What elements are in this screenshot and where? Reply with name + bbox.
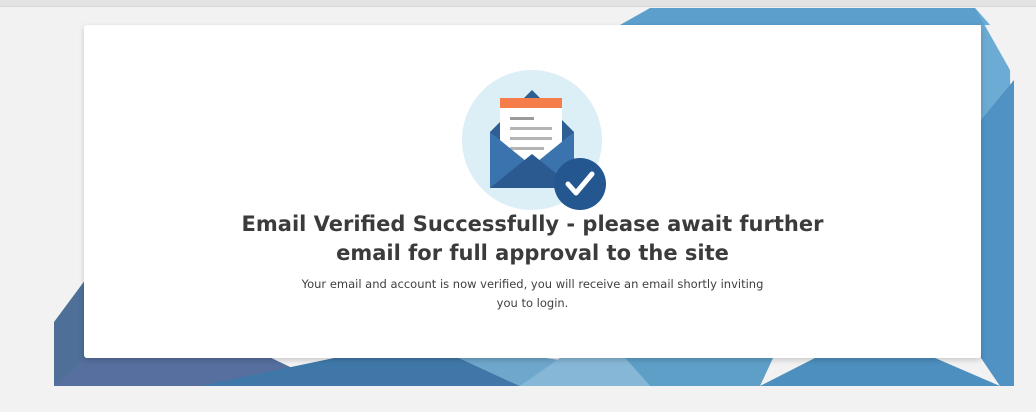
verification-message: Your email and account is now verified, …: [301, 277, 764, 310]
verification-headline: Email Verified Successfully - please awa…: [241, 212, 824, 265]
email-verified-illustration: [462, 70, 606, 210]
checkmark-icon: [554, 158, 606, 210]
